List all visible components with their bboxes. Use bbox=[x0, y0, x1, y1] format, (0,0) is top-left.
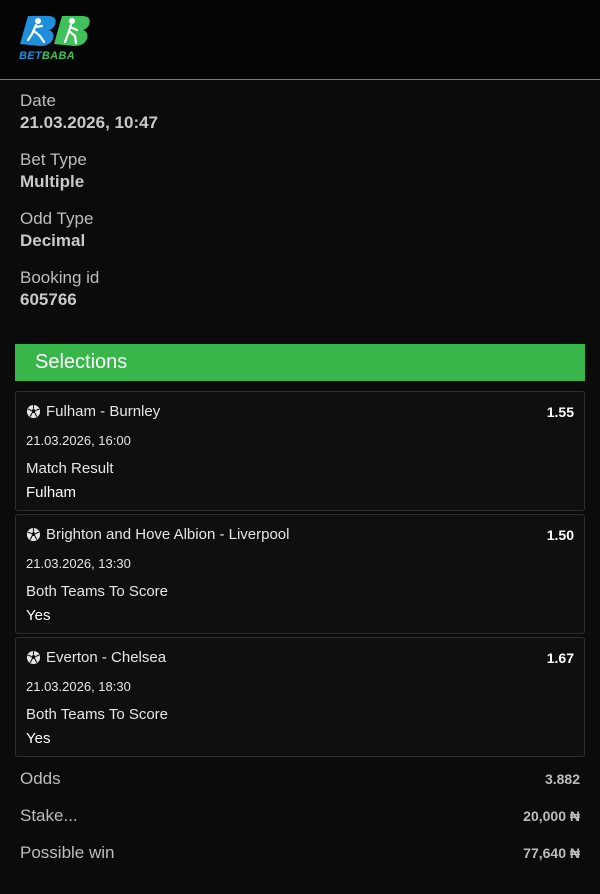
match-name: Everton - Chelsea bbox=[46, 649, 167, 666]
selection-market: Both Teams To Score bbox=[26, 706, 169, 723]
summary-value: 77,640 ₦ bbox=[523, 844, 580, 861]
selection-date: 21.03.2026, 13:30 bbox=[26, 556, 131, 571]
selection-card[interactable]: Fulham - Burnley 1.55 21.03.2026, 16:00 … bbox=[15, 391, 585, 511]
selection-odd: 1.67 bbox=[546, 650, 574, 666]
match-name: Brighton and Hove Albion - Liverpool bbox=[46, 526, 290, 543]
summary-label: Odds bbox=[20, 768, 61, 788]
selection-market: Both Teams To Score bbox=[26, 583, 169, 600]
selection-market: Match Result bbox=[26, 460, 114, 477]
info-value: 605766 bbox=[20, 290, 77, 309]
selection-match: Fulham - Burnley bbox=[26, 403, 160, 420]
bet-summary: Odds 3.882 Stake... 20,000 ₦ Possible wi… bbox=[20, 760, 580, 871]
selection-date: 21.03.2026, 16:00 bbox=[26, 433, 131, 448]
soccer-ball-icon bbox=[26, 650, 41, 665]
info-value: 21.03.2026, 10:47 bbox=[20, 113, 159, 132]
betbaba-logo[interactable]: BETBABA bbox=[18, 14, 90, 62]
soccer-ball-icon bbox=[26, 527, 41, 542]
selections-list: Fulham - Burnley 1.55 21.03.2026, 16:00 … bbox=[15, 391, 585, 757]
info-label: Bet Type bbox=[20, 150, 87, 169]
selection-card[interactable]: Brighton and Hove Albion - Liverpool 1.5… bbox=[15, 514, 585, 634]
bet-info: Date 21.03.2026, 10:47 Bet Type Multiple… bbox=[0, 80, 600, 312]
logo-wordmark: BETBABA bbox=[19, 50, 75, 62]
selection-pick: Yes bbox=[26, 607, 51, 624]
summary-possible-win: Possible win 77,640 ₦ bbox=[20, 834, 580, 871]
info-value: Multiple bbox=[20, 172, 85, 191]
info-label: Booking id bbox=[20, 268, 100, 287]
info-booking-id: Booking id 605766 bbox=[20, 267, 580, 312]
selection-card[interactable]: Everton - Chelsea 1.67 21.03.2026, 18:30… bbox=[15, 637, 585, 757]
info-date: Date 21.03.2026, 10:47 bbox=[20, 90, 580, 135]
selection-date: 21.03.2026, 18:30 bbox=[26, 679, 131, 694]
selection-pick: Fulham bbox=[26, 484, 77, 501]
selections-header: Selections bbox=[15, 344, 585, 381]
summary-label: Stake... bbox=[20, 805, 78, 825]
info-value: Decimal bbox=[20, 231, 86, 250]
selection-match: Everton - Chelsea bbox=[26, 649, 166, 666]
summary-value: 20,000 ₦ bbox=[523, 807, 580, 824]
selection-match: Brighton and Hove Albion - Liverpool bbox=[26, 526, 290, 543]
summary-stake: Stake... 20,000 ₦ bbox=[20, 797, 580, 834]
summary-odds: Odds 3.882 bbox=[20, 760, 580, 797]
summary-value: 3.882 bbox=[544, 770, 580, 787]
info-label: Odd Type bbox=[20, 209, 94, 228]
selection-odd: 1.50 bbox=[546, 527, 574, 543]
selection-pick: Yes bbox=[26, 730, 51, 747]
info-odd-type: Odd Type Decimal bbox=[20, 208, 580, 253]
selection-odd: 1.55 bbox=[546, 404, 574, 420]
soccer-ball-icon bbox=[26, 404, 41, 419]
logo-players-icon bbox=[20, 16, 90, 46]
info-bet-type: Bet Type Multiple bbox=[20, 149, 580, 194]
match-name: Fulham - Burnley bbox=[46, 403, 161, 420]
info-label: Date bbox=[20, 91, 56, 110]
summary-label: Possible win bbox=[20, 842, 115, 862]
app-header: BETBABA bbox=[0, 0, 600, 80]
